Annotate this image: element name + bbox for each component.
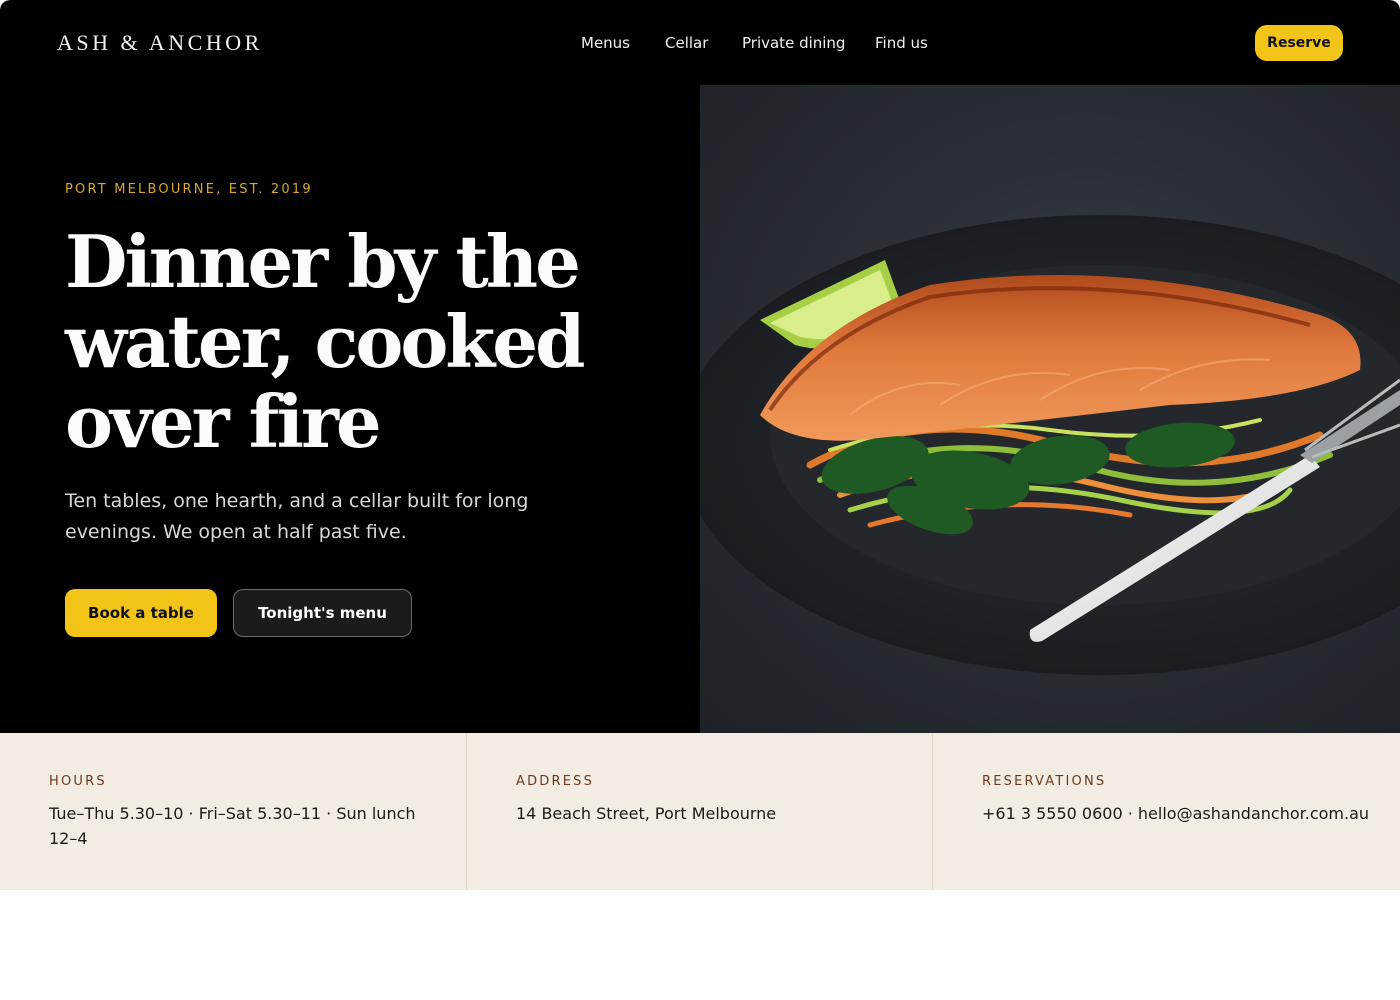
hero-headline: Dinner by the water, cooked over fire: [65, 219, 585, 464]
address-value: 14 Beach Street, Port Melbourne: [516, 804, 777, 823]
hero-eyebrow: PORT MELBOURNE, EST. 2019: [65, 182, 313, 197]
info-band: HOURS Tue–Thu 5.30–10 · Fri–Sat 5.30–11 …: [0, 733, 1400, 890]
book-table-button[interactable]: Book a table: [65, 589, 217, 637]
reservations-label: RESERVATIONS: [982, 774, 1107, 789]
brand-logo[interactable]: ASH & ANCHOR: [57, 30, 263, 56]
nav-link-menus[interactable]: Menus: [581, 34, 630, 52]
page: ASH & ANCHOR Menus Cellar Private dining…: [0, 0, 1400, 1000]
tonights-menu-button[interactable]: Tonight's menu: [233, 589, 412, 637]
salmon-dish-illustration: [700, 215, 1400, 675]
address-label: ADDRESS: [516, 774, 595, 789]
info-hours: HOURS Tue–Thu 5.30–10 · Fri–Sat 5.30–11 …: [0, 733, 466, 890]
reserve-button[interactable]: Reserve: [1255, 25, 1343, 61]
hours-value: Tue–Thu 5.30–10 · Fri–Sat 5.30–11 · Sun …: [49, 804, 416, 848]
nav-link-private-dining[interactable]: Private dining: [742, 34, 845, 52]
reservations-value[interactable]: +61 3 5550 0600 · hello@ashandanchor.com…: [982, 801, 1382, 826]
hero-subtitle: Ten tables, one hearth, and a cellar bui…: [65, 490, 529, 543]
hours-label: HOURS: [49, 774, 107, 789]
info-address: ADDRESS 14 Beach Street, Port Melbourne: [466, 733, 932, 890]
info-reservations: RESERVATIONS +61 3 5550 0600 · hello@ash…: [932, 733, 1400, 890]
hero-food-photo: [700, 85, 1400, 733]
nav-link-cellar[interactable]: Cellar: [665, 34, 708, 52]
nav-link-find-us[interactable]: Find us: [875, 34, 928, 52]
site-header: ASH & ANCHOR Menus Cellar Private dining…: [0, 0, 1400, 85]
